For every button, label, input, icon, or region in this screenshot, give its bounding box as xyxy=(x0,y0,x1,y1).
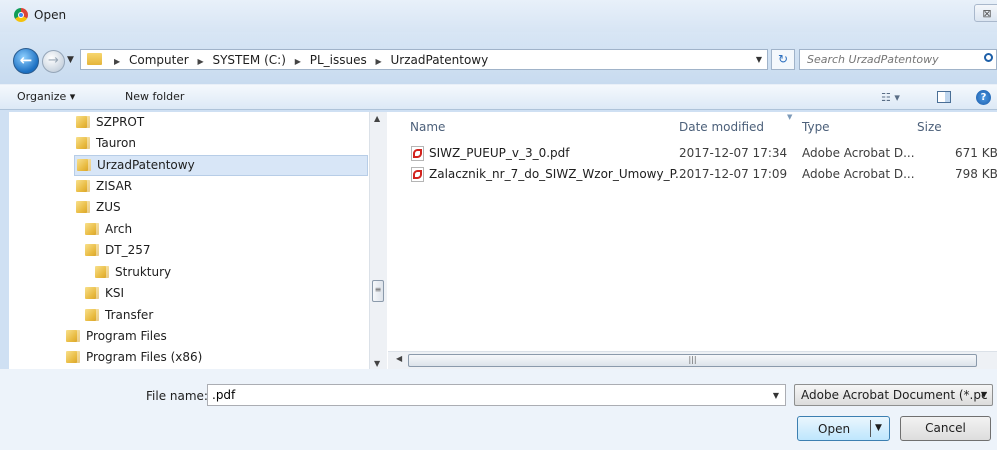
chevron-down-icon: ▼ xyxy=(980,390,987,399)
forward-arrow-icon: → xyxy=(48,53,59,68)
tree-item-zus[interactable]: ZUS xyxy=(76,197,127,218)
command-toolbar: Organize ▾ New folder ☷ ▾ ? xyxy=(0,84,997,110)
breadcrumb: ▶ Computer ▶ SYSTEM (C:) ▶ PL_issues ▶ U… xyxy=(109,53,488,67)
open-options-chevron-down-icon[interactable]: ▼ xyxy=(875,423,882,433)
column-header-size[interactable]: Size xyxy=(917,120,942,134)
scroll-up-icon[interactable]: ▲ xyxy=(374,114,380,123)
breadcrumb-computer[interactable]: Computer xyxy=(129,53,189,67)
file-type: Adobe Acrobat D... xyxy=(802,146,915,160)
navigation-scrollbar[interactable]: ▲ ≡ ▼ xyxy=(369,112,387,369)
refresh-icon: ↻ xyxy=(777,52,789,66)
close-icon: ⊠ xyxy=(982,7,992,20)
pdf-file-icon xyxy=(411,146,424,161)
close-button[interactable]: ⊠ xyxy=(974,4,997,22)
breadcrumb-separator-icon: ▶ xyxy=(197,57,204,66)
preview-pane-icon[interactable] xyxy=(937,91,951,103)
folder-icon xyxy=(85,223,99,235)
file-name-field[interactable]: ▼ xyxy=(207,384,786,406)
file-name-label: File name: xyxy=(146,389,208,403)
folder-icon xyxy=(66,351,80,363)
folder-icon xyxy=(95,266,109,278)
sort-indicator-icon: ▼ xyxy=(787,113,793,121)
breadcrumb-pl-issues[interactable]: PL_issues xyxy=(310,53,367,67)
open-file-dialog: Open ⊠ ← → ▼ ▶ Computer ▶ SYSTEM (C:) ▶ … xyxy=(0,0,997,450)
file-name: SIWZ_PUEUP_v_3_0.pdf xyxy=(429,146,570,160)
scroll-thumb[interactable]: ≡ xyxy=(372,280,384,302)
folder-icon xyxy=(76,137,90,149)
tree-item-dt-257[interactable]: DT_257 xyxy=(85,240,156,261)
search-input[interactable] xyxy=(807,53,967,66)
change-view-icon[interactable]: ☷ ▾ xyxy=(881,91,900,104)
folder-icon xyxy=(76,201,90,213)
back-arrow-icon: ← xyxy=(19,51,33,69)
breadcrumb-separator-icon: ▶ xyxy=(114,57,121,66)
breadcrumb-system-drive[interactable]: SYSTEM (C:) xyxy=(212,53,285,67)
pdf-file-icon xyxy=(411,167,424,182)
search-icon[interactable] xyxy=(984,53,993,62)
split-divider xyxy=(870,420,871,437)
folder-icon xyxy=(85,287,99,299)
column-header-date-modified[interactable]: Date modified xyxy=(679,120,764,134)
file-list: ▼ Name Date modified Type Size SIWZ_PUEU… xyxy=(388,112,997,369)
file-name: Zalacznik_nr_7_do_SIWZ_Wzor_Umowy_P... xyxy=(429,167,687,181)
recent-locations-chevron-down-icon[interactable]: ▼ xyxy=(67,55,74,65)
search-box[interactable] xyxy=(799,49,997,70)
folder-icon xyxy=(76,180,90,192)
file-type-select[interactable]: Adobe Acrobat Document (*.pc ▼ xyxy=(794,384,993,406)
file-date: 2017-12-07 17:09 xyxy=(679,167,788,181)
tree-item-szprot[interactable]: SZPROT xyxy=(76,112,150,133)
address-bar[interactable]: ▶ Computer ▶ SYSTEM (C:) ▶ PL_issues ▶ U… xyxy=(80,49,768,70)
column-header-type[interactable]: Type xyxy=(802,120,830,134)
help-icon[interactable]: ? xyxy=(976,90,991,105)
tree-item-program-files-x86[interactable]: Program Files (x86) xyxy=(66,347,208,368)
file-type: Adobe Acrobat D... xyxy=(802,167,915,181)
title-bar: Open ⊠ xyxy=(0,0,997,32)
file-size: 798 KB xyxy=(955,167,997,181)
tree-item-zisar[interactable]: ZISAR xyxy=(76,176,138,197)
forward-button[interactable]: → xyxy=(42,50,65,73)
file-name-chevron-down-icon[interactable]: ▼ xyxy=(773,391,779,400)
tree-item-urzadpatentowy[interactable]: UrzadPatentowy xyxy=(74,155,368,176)
folder-icon xyxy=(85,309,99,321)
tree-item-arch[interactable]: Arch xyxy=(85,219,138,240)
window-title: Open xyxy=(34,8,67,22)
new-folder-button[interactable]: New folder xyxy=(125,90,184,103)
refresh-button[interactable]: ↻ xyxy=(771,49,795,70)
file-list-horizontal-scrollbar[interactable]: ◀ ||| xyxy=(388,351,997,369)
tree-item-program-files[interactable]: Program Files xyxy=(66,326,173,347)
folder-icon xyxy=(76,116,90,128)
folder-icon xyxy=(66,330,80,342)
folder-icon xyxy=(85,244,99,256)
scroll-left-icon[interactable]: ◀ xyxy=(396,354,402,363)
chrome-icon xyxy=(14,8,28,22)
open-button[interactable]: Open ▼ xyxy=(797,416,890,441)
file-size: 671 KB xyxy=(955,146,997,160)
tree-item-ksi[interactable]: KSI xyxy=(85,283,130,304)
breadcrumb-separator-icon: ▶ xyxy=(294,57,301,66)
scroll-thumb[interactable]: ||| xyxy=(408,354,977,367)
dialog-footer: File name: ▼ Adobe Acrobat Document (*.p… xyxy=(0,369,997,450)
organize-menu-button[interactable]: Organize ▾ xyxy=(17,90,75,103)
file-row[interactable]: SIWZ_PUEUP_v_3_0.pdf 2017-12-07 17:34 Ad… xyxy=(408,144,997,164)
tree-item-transfer[interactable]: Transfer xyxy=(85,305,159,326)
address-dropdown-chevron-down-icon[interactable]: ▼ xyxy=(756,55,762,64)
back-button[interactable]: ← xyxy=(13,48,39,74)
column-header-name[interactable]: Name xyxy=(410,120,445,134)
open-button-label: Open xyxy=(818,422,851,436)
file-type-value: Adobe Acrobat Document (*.pc xyxy=(801,388,988,402)
breadcrumb-separator-icon: ▶ xyxy=(375,57,382,66)
file-row[interactable]: Zalacznik_nr_7_do_SIWZ_Wzor_Umowy_P... 2… xyxy=(408,165,997,185)
breadcrumb-urzadpatentowy[interactable]: UrzadPatentowy xyxy=(391,53,489,67)
cancel-button[interactable]: Cancel xyxy=(900,416,991,441)
navigation-pane: SZPROT Tauron UrzadPatentowy ZISAR ZUS A… xyxy=(9,112,388,369)
folder-icon xyxy=(87,53,102,65)
tree-item-tauron[interactable]: Tauron xyxy=(76,133,142,154)
scroll-down-icon[interactable]: ▼ xyxy=(374,359,380,368)
folder-icon xyxy=(77,159,91,171)
file-name-input[interactable] xyxy=(212,388,752,402)
tree-item-struktury[interactable]: Struktury xyxy=(95,262,177,283)
file-date: 2017-12-07 17:34 xyxy=(679,146,788,160)
